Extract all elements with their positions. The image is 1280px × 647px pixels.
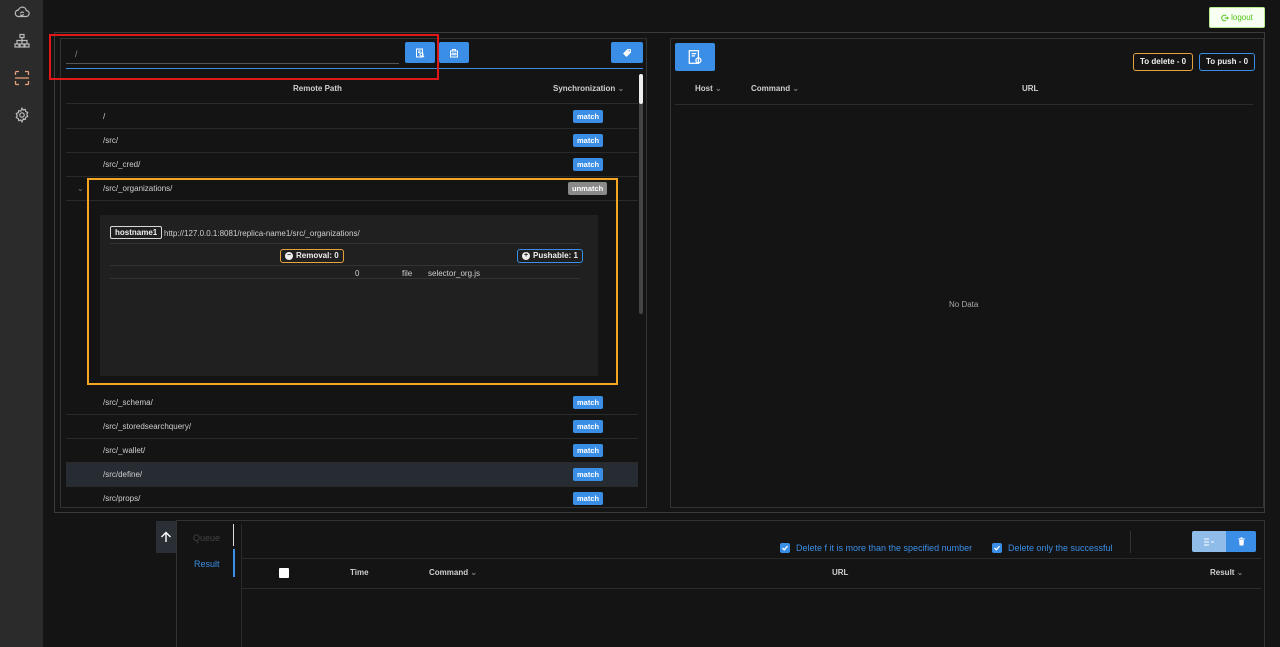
tab-divider xyxy=(233,524,234,546)
doc-settings-icon xyxy=(688,50,702,64)
table-row-hover[interactable]: /src/define/ match xyxy=(66,463,638,487)
delete-over-limit-label: Delete f it is more than the specified n… xyxy=(796,543,973,553)
row-path: / xyxy=(103,112,106,121)
row-path: /src/_storedsearchquery/ xyxy=(103,422,192,431)
batch-delete-button[interactable] xyxy=(1192,531,1226,552)
table-row[interactable]: / match xyxy=(66,105,638,129)
table-row[interactable]: /src/_cred/ match xyxy=(66,153,638,177)
col-host-label: Host xyxy=(695,84,713,93)
divider xyxy=(1130,531,1131,553)
delete-over-limit-option[interactable]: Delete f it is more than the specified n… xyxy=(780,543,972,553)
col-host[interactable]: Host ⌄ xyxy=(695,84,722,93)
empty-state: No Data xyxy=(949,300,979,309)
list-remove-icon xyxy=(1204,538,1214,545)
sync-server-button[interactable] xyxy=(439,42,469,63)
divider xyxy=(241,558,1261,559)
col-command[interactable]: Command ⌄ xyxy=(751,84,799,93)
delete-button[interactable] xyxy=(1226,531,1256,552)
sitemap-icon[interactable] xyxy=(13,32,31,50)
row-path: /src/_cred/ xyxy=(103,160,141,169)
match-badge: match xyxy=(573,420,604,433)
match-badge: match xyxy=(573,396,604,409)
gear-icon[interactable] xyxy=(13,106,31,124)
annotation-yellow-box xyxy=(87,178,618,385)
delete-successful-checkbox[interactable] xyxy=(992,543,1002,553)
col-command[interactable]: Command ⌄ xyxy=(429,568,477,577)
col-time: Time xyxy=(350,568,369,577)
result-table-header: Time Command ⌄ URL Result ⌄ xyxy=(241,562,1261,589)
tab-queue[interactable]: Queue xyxy=(193,533,220,543)
scan-icon[interactable] xyxy=(13,69,31,87)
trash-icon xyxy=(1237,537,1245,546)
table-row[interactable]: /src/_storedsearchquery/ match xyxy=(66,415,638,439)
scrollbar-thumb[interactable] xyxy=(639,74,643,104)
col-synchronization-label: Synchronization xyxy=(553,84,616,93)
table-row[interactable]: /src/props/ match xyxy=(66,487,638,507)
match-badge: match xyxy=(573,110,604,123)
select-all-checkbox[interactable] xyxy=(279,568,289,578)
row-path: /src/ xyxy=(103,136,119,145)
to-delete-badge[interactable]: To delete - 0 xyxy=(1133,53,1194,71)
col-url: URL xyxy=(1022,84,1039,93)
tab-result[interactable]: Result xyxy=(194,559,220,569)
col-result[interactable]: Result ⌄ xyxy=(1210,568,1243,577)
chevron-down-icon: ⌄ xyxy=(1234,568,1244,577)
col-result-label: Result xyxy=(1210,568,1235,577)
match-badge: match xyxy=(573,134,604,147)
chevron-down-icon: ⌄ xyxy=(468,568,478,577)
match-badge: match xyxy=(573,492,604,505)
check-icon xyxy=(782,545,788,551)
cloud-sync-icon[interactable] xyxy=(13,3,31,21)
row-path: /src/props/ xyxy=(103,494,141,503)
table-row[interactable]: /src/_schema/ match xyxy=(66,391,638,415)
match-badge: match xyxy=(573,158,604,171)
row-path: /src/define/ xyxy=(103,470,143,479)
left-rail xyxy=(0,0,43,647)
scrollbar[interactable] xyxy=(639,74,643,314)
logout-label: logout xyxy=(1231,13,1253,22)
push-list-button[interactable] xyxy=(675,43,715,71)
arrow-up-icon xyxy=(161,531,171,542)
to-push-badge[interactable]: To push - 0 xyxy=(1199,53,1256,71)
delete-successful-label: Delete only the successful xyxy=(1008,543,1113,553)
logout-button[interactable]: logout xyxy=(1209,7,1265,28)
col-synchronization[interactable]: Synchronization ⌄ xyxy=(553,84,624,93)
remote-table-header: Remote Path Synchronization ⌄ xyxy=(66,78,638,104)
collapse-up-button[interactable] xyxy=(156,521,176,553)
chevron-down-icon: ⌄ xyxy=(790,84,800,93)
chevron-down-icon: ⌄ xyxy=(712,84,722,93)
tag-icon xyxy=(623,48,631,57)
col-url: URL xyxy=(832,568,849,577)
chevron-down-icon: ⌄ xyxy=(615,84,625,93)
chevron-down-icon[interactable]: ⌄ xyxy=(77,184,84,193)
match-badge: match xyxy=(573,468,604,481)
row-path: /src/_schema/ xyxy=(103,398,153,407)
col-command-label: Command xyxy=(751,84,791,93)
tag-button[interactable] xyxy=(611,42,643,63)
delete-over-limit-checkbox[interactable] xyxy=(780,543,790,553)
col-remote-path: Remote Path xyxy=(293,84,342,93)
table-row[interactable]: /src/_wallet/ match xyxy=(66,439,638,463)
match-badge: match xyxy=(573,444,604,457)
row-path: /src/_wallet/ xyxy=(103,446,146,455)
tab-active-indicator xyxy=(233,549,235,577)
logout-icon xyxy=(1221,14,1229,21)
check-icon xyxy=(994,545,1000,551)
delete-successful-option[interactable]: Delete only the successful xyxy=(992,543,1113,553)
server-icon xyxy=(450,48,458,57)
push-table-header: Host ⌄ Command ⌄ URL xyxy=(675,78,1253,105)
annotation-red-box xyxy=(49,34,439,80)
col-command-label: Command xyxy=(429,568,469,577)
table-row[interactable]: /src/ match xyxy=(66,129,638,153)
push-panel xyxy=(670,38,1264,508)
